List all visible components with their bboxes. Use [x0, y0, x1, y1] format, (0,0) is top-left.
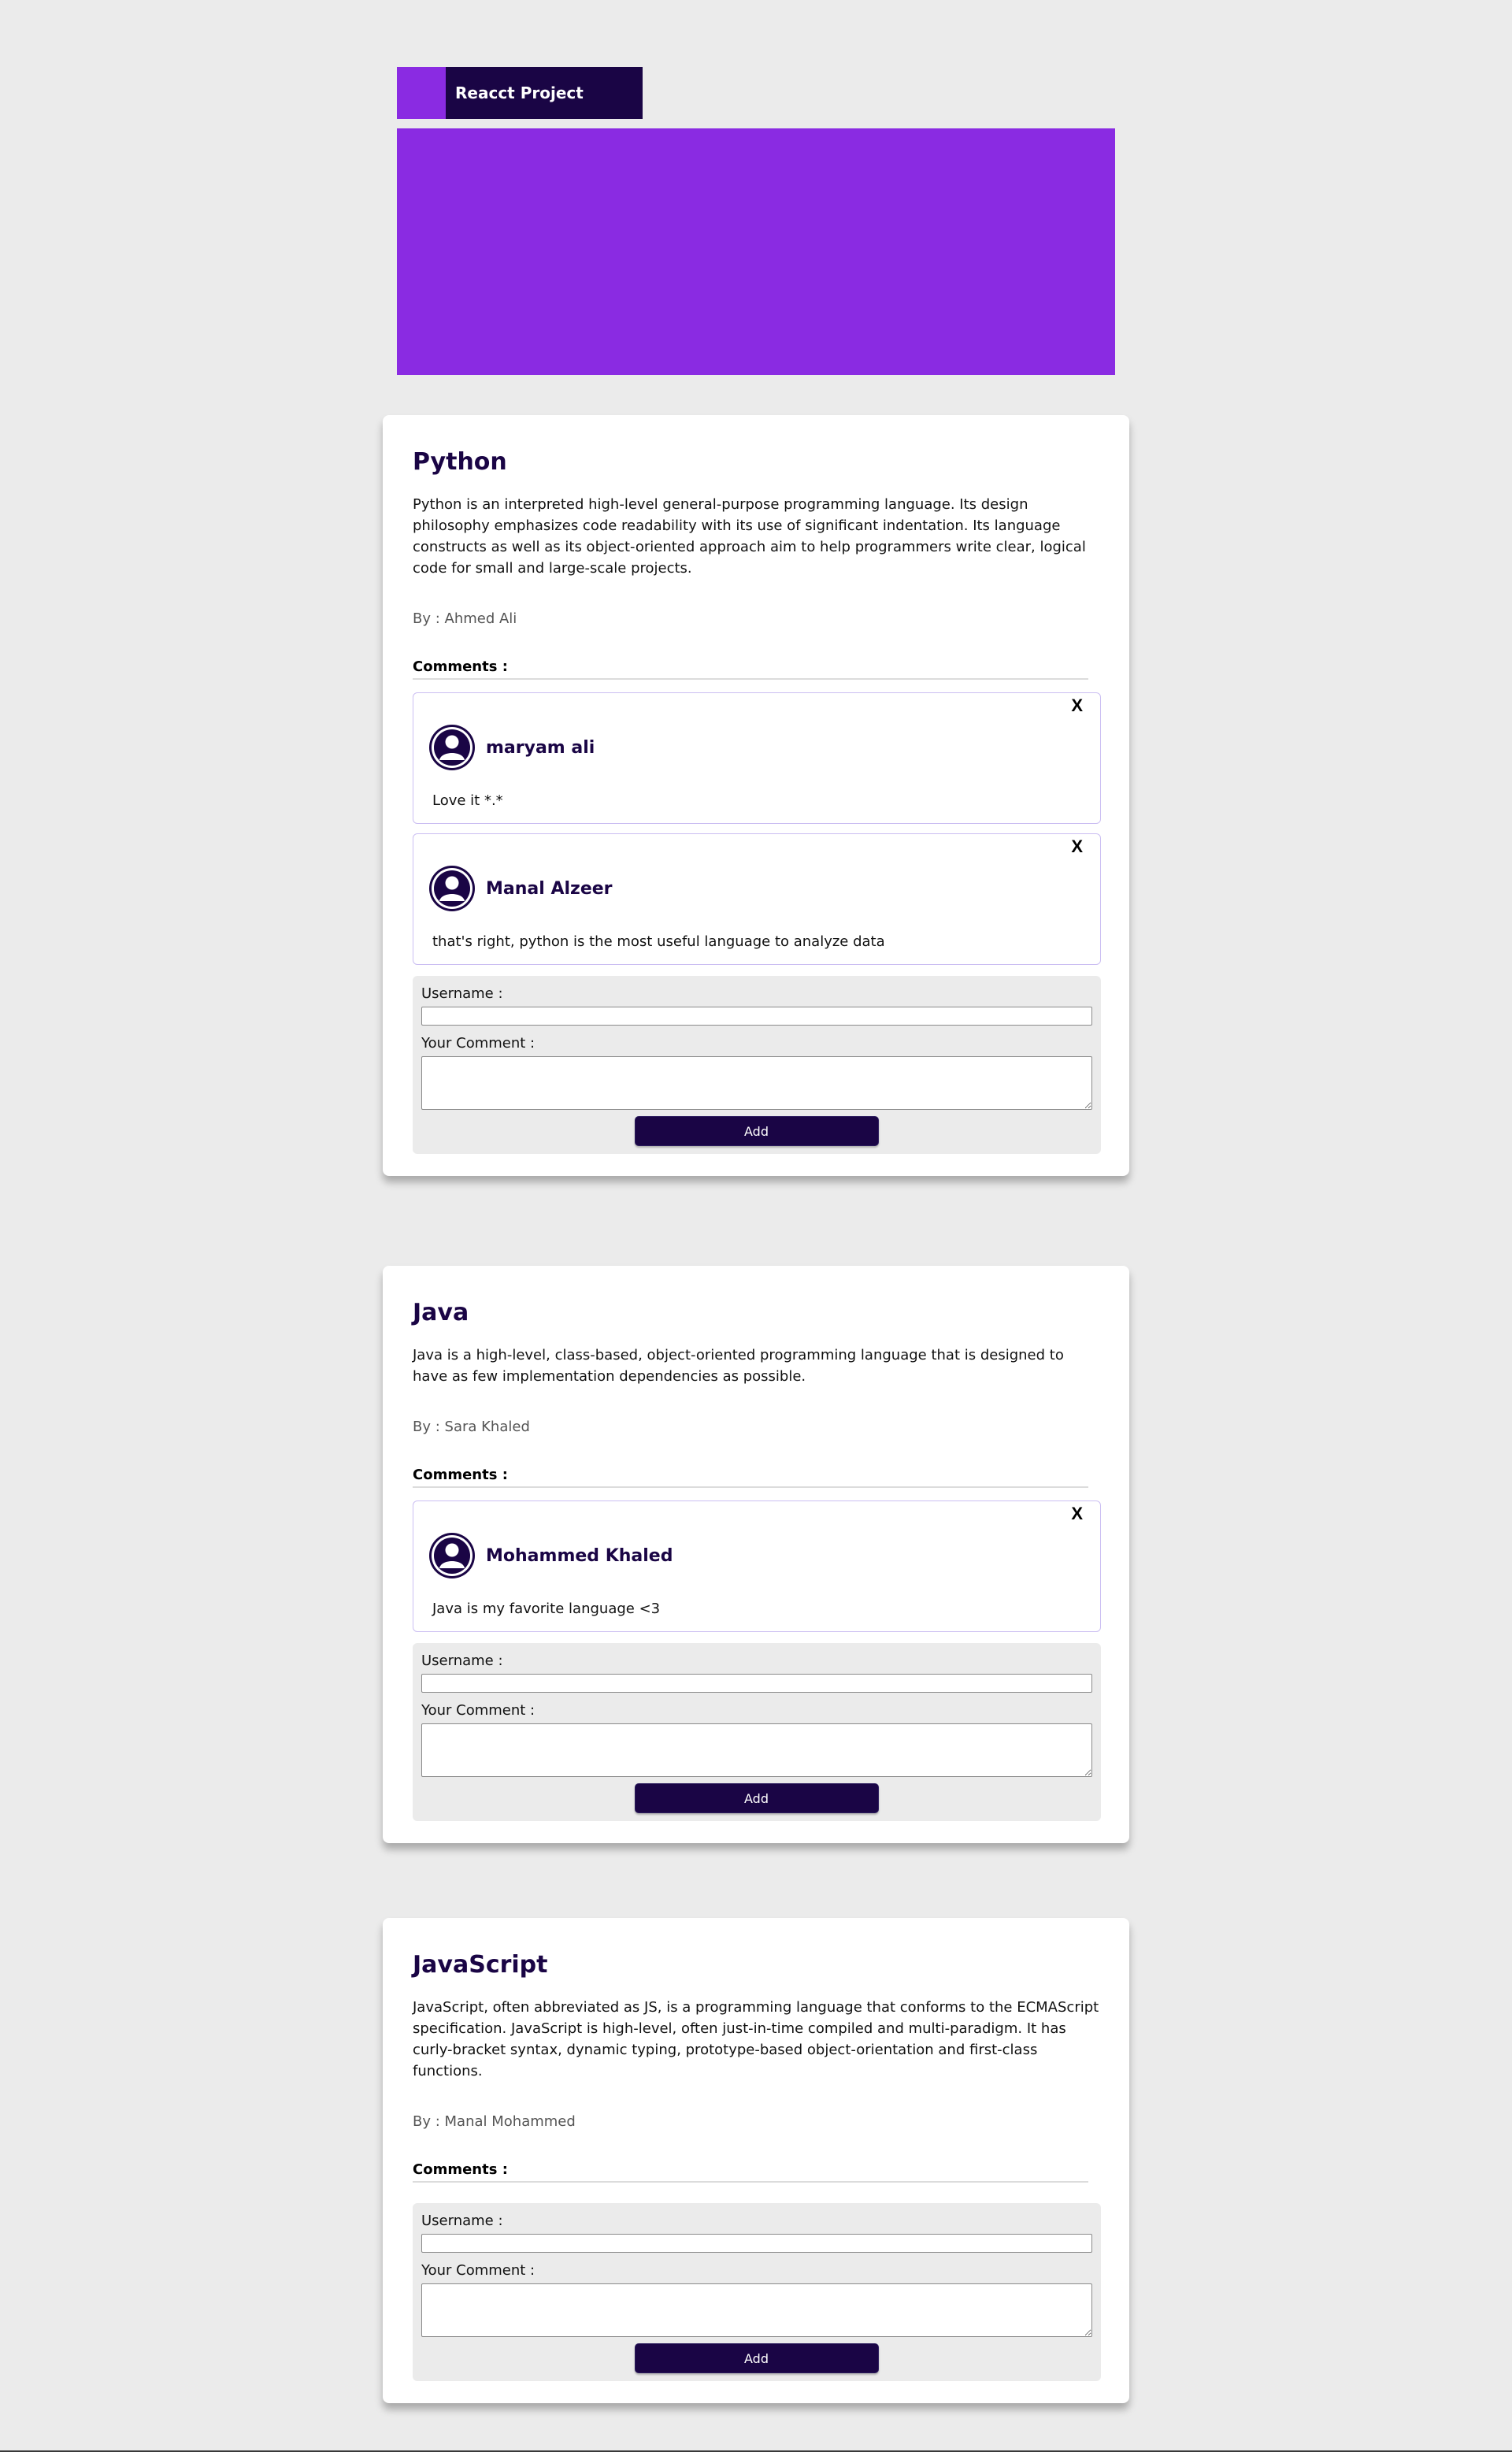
- comment-item: X Manal Alzeer that's right, python is t…: [413, 833, 1101, 965]
- app-title: Reacct Project: [455, 83, 584, 102]
- comment-username: Mohammed Khaled: [486, 1545, 673, 1566]
- username-input[interactable]: [421, 2234, 1092, 2253]
- app-header: Reacct Project: [397, 67, 643, 119]
- delete-comment-button[interactable]: X: [1071, 1504, 1083, 1524]
- hero-banner: [397, 128, 1115, 375]
- comment-item: X maryam ali Love it *.*: [413, 692, 1101, 824]
- comment-text: that's right, python is the most useful …: [432, 933, 885, 950]
- post-title: Java: [413, 1299, 469, 1326]
- post-author-label: By :: [413, 610, 445, 627]
- post-author-label: By :: [413, 2113, 445, 2130]
- comment-item: X Mohammed Khaled Java is my favorite la…: [413, 1501, 1101, 1632]
- user-avatar-icon: [429, 1533, 475, 1578]
- comment-text: Java is my favorite language <3: [432, 1601, 661, 1617]
- comment-textarea[interactable]: [421, 1056, 1092, 1110]
- comments-heading: Comments :: [413, 2161, 1088, 2183]
- header-accent-block: [397, 67, 446, 119]
- post-card: Python Python is an interpreted high-lev…: [383, 415, 1129, 1176]
- post-body: Java is a high-level, class-based, objec…: [413, 1347, 1064, 1385]
- comment-textarea[interactable]: [421, 1723, 1092, 1777]
- add-comment-button[interactable]: Add: [634, 2343, 879, 2373]
- comment-label: Your Comment :: [421, 2262, 536, 2279]
- post-title: Python: [413, 448, 507, 476]
- post-author: By : Manal Mohammed: [413, 2113, 1099, 2130]
- comment-username: Manal Alzeer: [486, 878, 613, 899]
- user-avatar-icon: [429, 866, 475, 911]
- comment-form: Username : Your Comment : Add: [413, 976, 1101, 1154]
- username-label: Username :: [421, 1653, 503, 1669]
- post-card: Java Java is a high-level, class-based, …: [383, 1266, 1129, 1843]
- comment-textarea[interactable]: [421, 2283, 1092, 2337]
- comment-header: maryam ali: [429, 725, 1081, 770]
- post-card: JavaScript JavaScript, often abbreviated…: [383, 1918, 1129, 2403]
- post-author-name: Ahmed Ali: [444, 610, 517, 627]
- username-input[interactable]: [421, 1007, 1092, 1026]
- post-author: By : Ahmed Ali: [413, 610, 1099, 627]
- delete-comment-button[interactable]: X: [1071, 836, 1083, 857]
- comment-form: Username : Your Comment : Add: [413, 2203, 1101, 2381]
- comment-label: Your Comment :: [421, 1702, 536, 1719]
- post-author: By : Sara Khaled: [413, 1419, 1099, 1435]
- post-author-label: By :: [413, 1419, 445, 1435]
- user-avatar-icon: [429, 725, 475, 770]
- username-label: Username :: [421, 985, 503, 1002]
- post-author-name: Sara Khaled: [444, 1419, 530, 1435]
- post-body: Python is an interpreted high-level gene…: [413, 496, 1086, 577]
- comments-heading: Comments :: [413, 658, 1088, 680]
- post-body: JavaScript, often abbreviated as JS, is …: [413, 1999, 1099, 2079]
- comment-label: Your Comment :: [421, 1035, 536, 1052]
- comment-header: Manal Alzeer: [429, 866, 1081, 911]
- post-author-name: Manal Mohammed: [444, 2113, 576, 2130]
- add-comment-button[interactable]: Add: [634, 1116, 879, 1146]
- username-label: Username :: [421, 2213, 503, 2229]
- username-input[interactable]: [421, 1674, 1092, 1693]
- comment-username: maryam ali: [486, 737, 595, 758]
- add-comment-button[interactable]: Add: [634, 1783, 879, 1813]
- comment-form: Username : Your Comment : Add: [413, 1643, 1101, 1821]
- comments-heading: Comments :: [413, 1467, 1088, 1488]
- comment-text: Love it *.*: [432, 792, 503, 809]
- post-title: JavaScript: [413, 1951, 548, 1979]
- comment-header: Mohammed Khaled: [429, 1533, 1081, 1578]
- delete-comment-button[interactable]: X: [1071, 696, 1083, 716]
